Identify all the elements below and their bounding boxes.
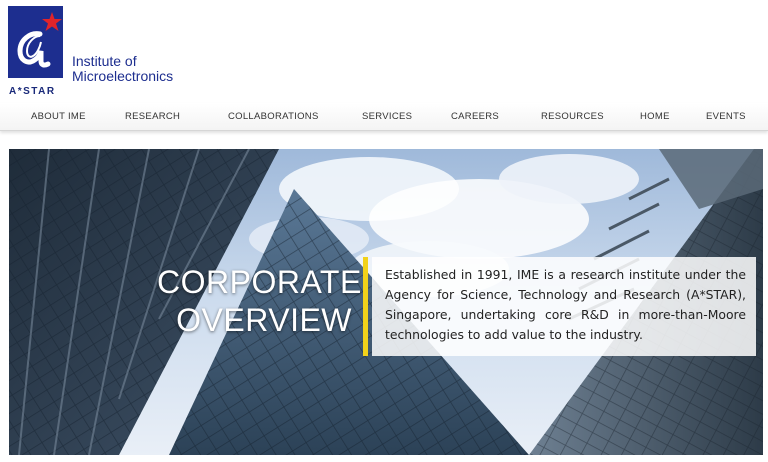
header: A*STAR Institute of Microelectronics: [0, 0, 768, 100]
hero-description-box: Established in 1991, IME is a research i…: [372, 257, 756, 356]
astar-caption: A*STAR: [9, 86, 56, 97]
hero-title: CORPORATE OVERVIEW: [157, 263, 362, 339]
nav-item-research[interactable]: RESEARCH: [125, 111, 180, 122]
nav-item-resources[interactable]: RESOURCES: [541, 111, 604, 122]
astar-logo-icon: [8, 6, 63, 78]
nav-item-services[interactable]: SERVICES: [362, 111, 412, 122]
nav-item-home[interactable]: HOME: [640, 111, 670, 122]
hero-banner: CORPORATE OVERVIEW Established in 1991, …: [9, 149, 763, 455]
nav-item-events[interactable]: EVENTS: [706, 111, 746, 122]
hero-description: Established in 1991, IME is a research i…: [385, 267, 746, 342]
page: A*STAR Institute of Microelectronics ABO…: [0, 0, 768, 462]
nav-item-collaborations[interactable]: COLLABORATIONS: [228, 111, 319, 122]
nav-item-careers[interactable]: CAREERS: [451, 111, 499, 122]
main-nav: ABOUT IME RESEARCH COLLABORATIONS SERVIC…: [0, 103, 768, 131]
nav-item-about-ime[interactable]: ABOUT IME: [31, 111, 86, 122]
astar-logo[interactable]: A*STAR: [8, 6, 63, 97]
institute-name-line2: Microelectronics: [72, 68, 174, 84]
hero-accent-bar: [363, 257, 368, 356]
institute-name[interactable]: Institute of Microelectronics: [72, 54, 173, 84]
hero-title-line2: OVERVIEW: [176, 302, 352, 338]
institute-name-line1: Institute of: [72, 53, 137, 69]
hero-title-line1: CORPORATE: [157, 264, 362, 300]
